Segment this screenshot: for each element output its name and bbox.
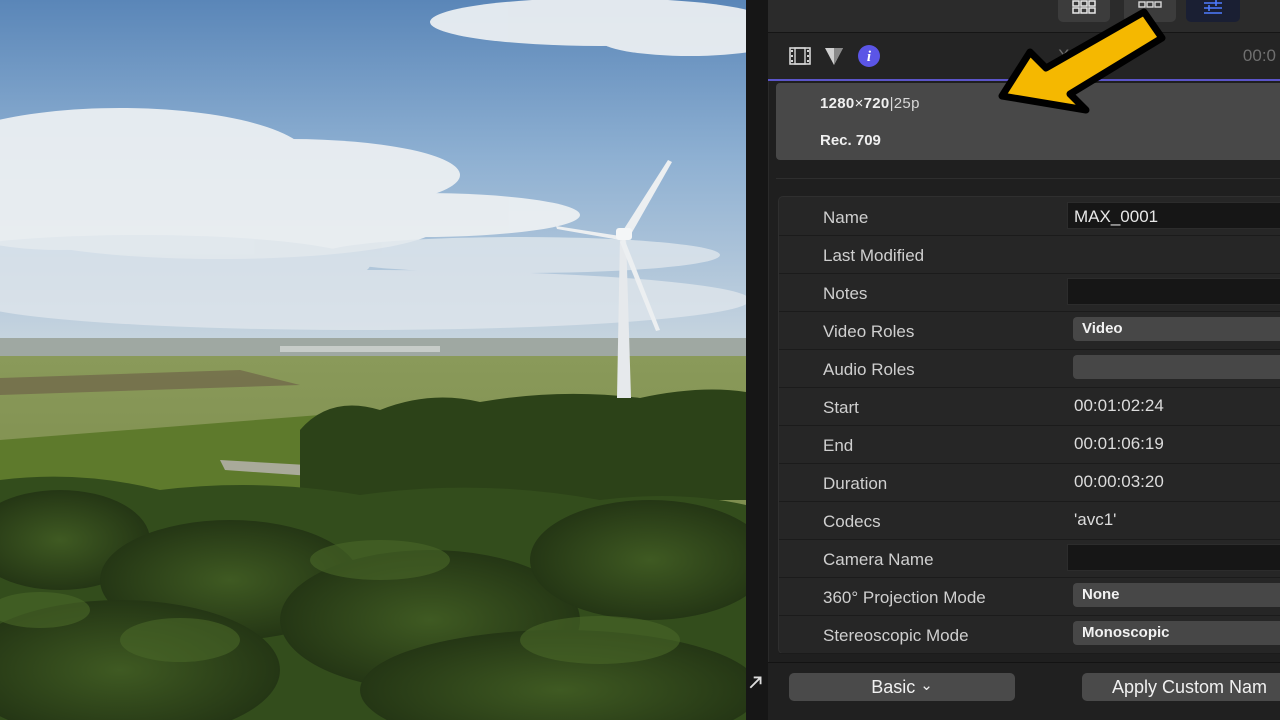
resolution-label: 1280×720|25p [820, 95, 920, 112]
property-value: 00:01:02:24 [1074, 396, 1164, 415]
expand-icon[interactable] [748, 674, 764, 690]
property-row: Start 00:01:02:24 [779, 387, 1280, 426]
property-row: Stereoscopic Mode Monoscopic [779, 615, 1280, 654]
video-inspector-tab[interactable] [788, 44, 812, 68]
property-row: Audio Roles [779, 349, 1280, 388]
film-icon [789, 47, 811, 65]
info-icon: i [858, 45, 880, 67]
property-label: Codecs [823, 512, 881, 531]
property-label: Video Roles [823, 322, 915, 341]
frame-height: 720 [863, 95, 890, 112]
audio-inspector-tab[interactable] [822, 44, 846, 68]
apply-custom-name-button[interactable]: Apply Custom Nam [1082, 673, 1280, 701]
property-label: Duration [823, 474, 888, 493]
info-inspector-tab[interactable]: i [857, 44, 881, 68]
property-row: Notes [779, 273, 1280, 312]
property-row: Duration 00:00:03:20 [779, 463, 1280, 502]
property-label: End [823, 436, 854, 455]
inspector-sliders-icon [1204, 0, 1222, 14]
property-label: 360° Projection Mode [823, 588, 986, 607]
property-popup[interactable] [1073, 355, 1280, 379]
frame-rate: 25p [893, 95, 920, 112]
property-value: 'avc1' [1074, 510, 1117, 529]
property-popup[interactable]: Video [1073, 317, 1280, 341]
property-field[interactable] [1067, 278, 1280, 305]
audio-triangle-icon [825, 48, 843, 65]
video-frame [0, 0, 746, 720]
property-popup[interactable]: None [1073, 583, 1280, 607]
chevron-down-icon: ⌄ [920, 677, 933, 694]
property-label: Audio Roles [823, 360, 915, 379]
property-row: End 00:01:06:19 [779, 425, 1280, 464]
property-row: Camera Name [779, 539, 1280, 578]
times-sign: × [854, 95, 864, 112]
property-label: Stereoscopic Mode [823, 626, 969, 645]
property-value: 00:01:06:19 [1074, 434, 1164, 453]
property-field[interactable] [1067, 544, 1280, 571]
color-space-label: Rec. 709 [820, 132, 881, 149]
annotation-arrow [998, 8, 1166, 114]
inspector-footer: Basic ⌄ Apply Custom Nam [768, 662, 1280, 720]
property-value: 00:00:03:20 [1074, 472, 1164, 491]
inspector-toggle-button[interactable] [1186, 0, 1240, 22]
property-row: Name MAX_0001 [779, 197, 1280, 236]
property-popup[interactable]: Monoscopic [1073, 621, 1280, 645]
property-row: Codecs 'avc1' [779, 501, 1280, 540]
property-label: Camera Name [823, 550, 934, 569]
property-label: Name [823, 208, 869, 227]
property-label: Start [823, 398, 859, 417]
video-viewer[interactable] [0, 0, 746, 720]
frame-width: 1280 [820, 95, 855, 112]
property-row: Video Roles Video [779, 311, 1280, 350]
section-divider [776, 178, 1280, 179]
property-row: 360° Projection Mode None [779, 577, 1280, 616]
clip-timecode: 00:0 [1242, 46, 1276, 65]
property-row: Last Modified [779, 235, 1280, 274]
metadata-view-label: Basic [871, 677, 916, 697]
apply-custom-name-label: Apply Custom Nam [1112, 677, 1268, 697]
property-field[interactable]: MAX_0001 [1067, 202, 1280, 229]
arrow-shape [998, 8, 1166, 114]
panel-edge [746, 0, 769, 720]
properties-list: Name MAX_0001 Last Modified Notes Video Role… [778, 196, 1280, 654]
metadata-view-popup[interactable]: Basic ⌄ [789, 673, 1015, 701]
property-label: Notes [823, 284, 868, 303]
property-label: Last Modified [823, 246, 925, 265]
